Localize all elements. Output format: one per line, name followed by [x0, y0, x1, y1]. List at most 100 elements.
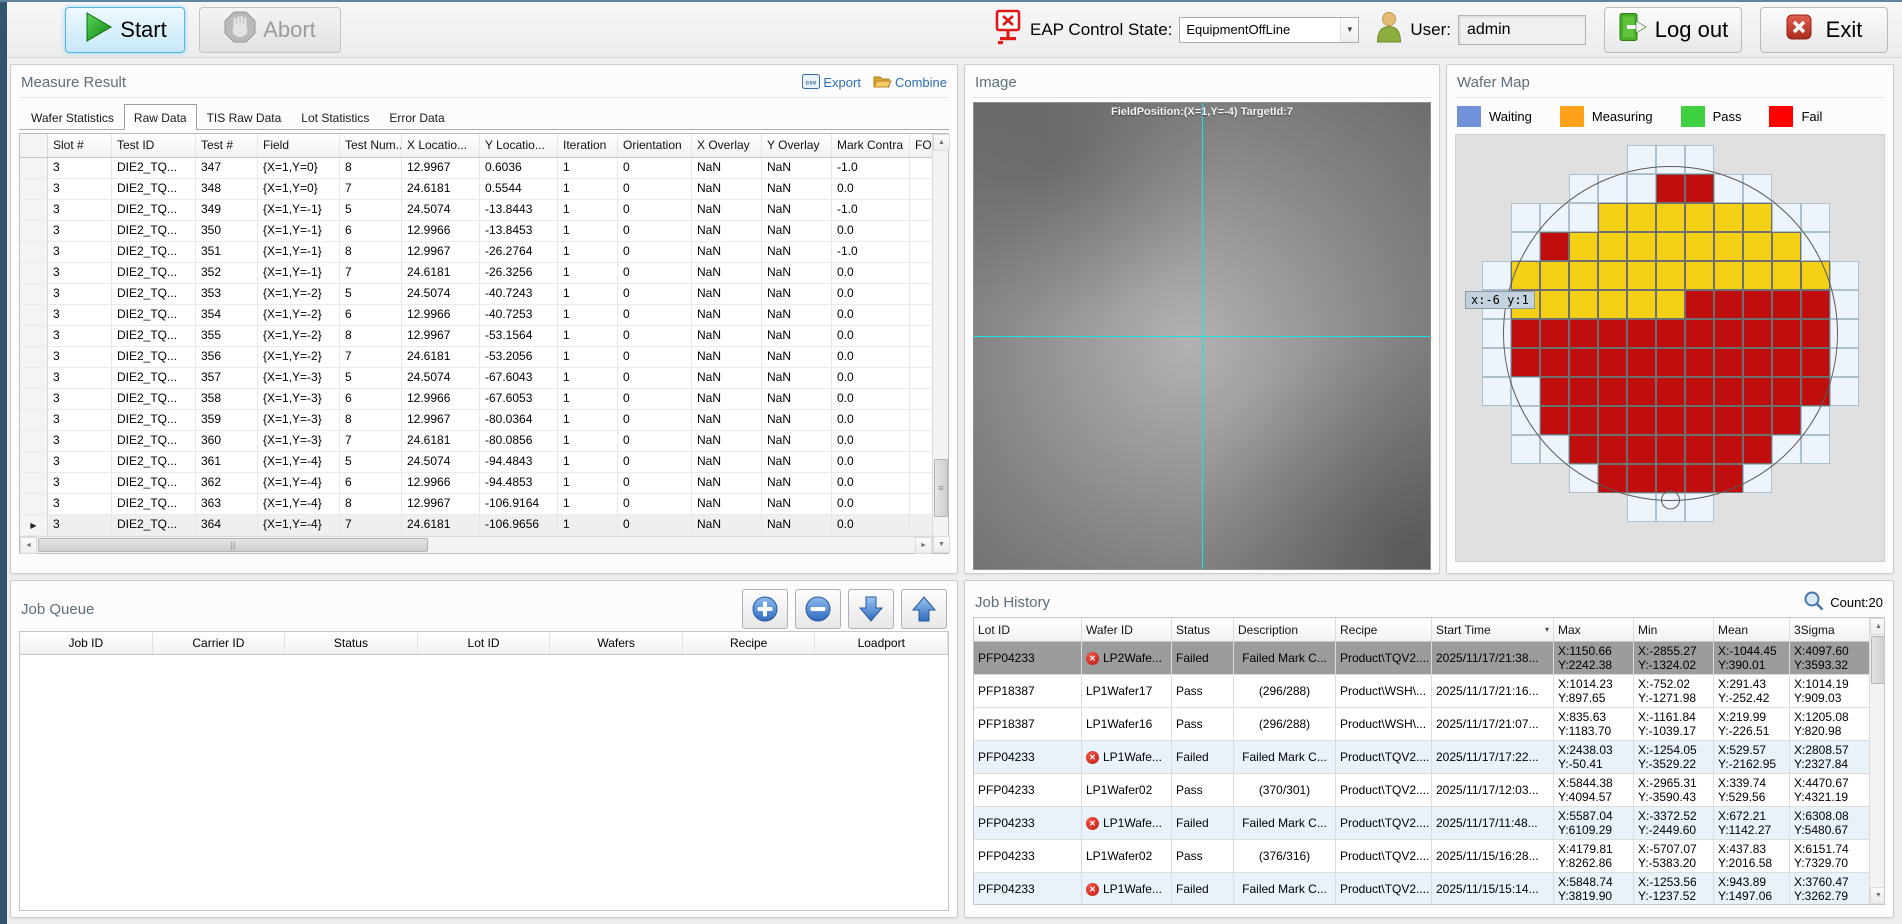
wafer-cell[interactable]: [1685, 174, 1714, 203]
table-row[interactable]: 3DIE2_TQ...348{X=1,Y=0}724.61810.554410N…: [20, 179, 932, 200]
table-row[interactable]: PFP04233✕LP1Wafe...FailedFailed Mark C..…: [974, 807, 1869, 840]
wafer-cell[interactable]: [1540, 232, 1569, 261]
wafer-cell[interactable]: [1656, 203, 1685, 232]
column-header[interactable]: Lot ID: [974, 618, 1082, 641]
scroll-up-icon[interactable]: ▲: [1870, 618, 1885, 635]
wafer-cell[interactable]: [1743, 232, 1772, 261]
wafer-cell[interactable]: [1540, 406, 1569, 435]
wafer-cell[interactable]: [1511, 435, 1540, 464]
column-header[interactable]: Mark Contra: [832, 134, 910, 157]
wafer-cell[interactable]: [1801, 203, 1830, 232]
table-row[interactable]: 3DIE2_TQ...355{X=1,Y=-2}812.9967-53.1564…: [20, 326, 932, 347]
table-row[interactable]: PFP04233LP1Wafer02Pass(376/316)Product\T…: [974, 840, 1869, 873]
wafer-cell[interactable]: [1511, 261, 1540, 290]
wafer-cell[interactable]: [1598, 406, 1627, 435]
column-header[interactable]: Start Time▾: [1432, 618, 1554, 641]
table-row[interactable]: 3DIE2_TQ...349{X=1,Y=-1}524.5074-13.8443…: [20, 200, 932, 221]
remove-job-button[interactable]: [795, 589, 841, 629]
wafer-cell[interactable]: [1627, 261, 1656, 290]
column-header[interactable]: Y Overlay: [762, 134, 832, 157]
tab-raw-data[interactable]: Raw Data: [124, 104, 197, 130]
wafer-cell[interactable]: [1685, 406, 1714, 435]
wafer-cell[interactable]: [1511, 377, 1540, 406]
table-row[interactable]: 3DIE2_TQ...362{X=1,Y=-4}612.9966-94.4853…: [20, 473, 932, 494]
wafer-cell[interactable]: [1627, 435, 1656, 464]
tab-tis-raw-data[interactable]: TIS Raw Data: [197, 105, 292, 129]
wafer-cell[interactable]: [1656, 290, 1685, 319]
wafer-cell[interactable]: [1656, 174, 1685, 203]
column-header[interactable]: Wafer ID: [1082, 618, 1172, 641]
wafer-cell[interactable]: [1685, 261, 1714, 290]
scroll-down-icon[interactable]: ▼: [1870, 887, 1885, 904]
table-row[interactable]: 3DIE2_TQ...357{X=1,Y=-3}524.5074-67.6043…: [20, 368, 932, 389]
table-row[interactable]: PFP04233LP1Wafer02Pass(370/301)Product\T…: [974, 774, 1869, 807]
tab-wafer-statistics[interactable]: Wafer Statistics: [21, 105, 124, 129]
wafer-cell[interactable]: [1743, 406, 1772, 435]
column-header[interactable]: Status: [1172, 618, 1234, 641]
wafer-cell[interactable]: [1627, 493, 1656, 522]
wafer-cell[interactable]: [1627, 406, 1656, 435]
tab-lot-statistics[interactable]: Lot Statistics: [291, 105, 379, 129]
wafer-cell[interactable]: [1772, 435, 1801, 464]
column-header[interactable]: 3Sigma: [1790, 618, 1869, 641]
wafer-cell[interactable]: [1801, 232, 1830, 261]
column-header[interactable]: Test ID: [112, 134, 196, 157]
wafer-cell[interactable]: [1801, 435, 1830, 464]
jobhistory-v-scrollbar[interactable]: ▲ ▼: [1869, 618, 1884, 904]
combine-link[interactable]: Combine: [873, 74, 947, 92]
wafer-cell[interactable]: [1714, 377, 1743, 406]
wafer-cell[interactable]: [1540, 261, 1569, 290]
wafer-cell[interactable]: [1569, 406, 1598, 435]
column-header[interactable]: Description: [1234, 618, 1336, 641]
table-row[interactable]: 3DIE2_TQ...363{X=1,Y=-4}812.9967-106.916…: [20, 494, 932, 515]
column-header[interactable]: Status: [285, 632, 418, 654]
column-header[interactable]: Orientation: [618, 134, 692, 157]
wafer-cell[interactable]: [1772, 203, 1801, 232]
wafer-cell[interactable]: [1685, 319, 1714, 348]
wafer-cell[interactable]: [1830, 290, 1859, 319]
v-scroll-thumb[interactable]: [1871, 636, 1885, 684]
table-row[interactable]: PFP18387LP1Wafer16Pass(296/288)Product\W…: [974, 708, 1869, 741]
wafer-cell[interactable]: [1772, 406, 1801, 435]
wafer-cell[interactable]: [1627, 232, 1656, 261]
wafer-cell[interactable]: [1743, 174, 1772, 203]
wafer-cell[interactable]: [1569, 232, 1598, 261]
wafer-cell[interactable]: [1685, 493, 1714, 522]
table-row[interactable]: PFP04233✕LP1Wafe...FailedFailed Mark C..…: [974, 873, 1869, 905]
h-scroll-thumb[interactable]: ||: [38, 538, 428, 552]
table-row[interactable]: PFP04233✕LP2Wafe...FailedFailed Mark C..…: [974, 642, 1869, 675]
wafer-cell[interactable]: [1714, 348, 1743, 377]
column-header[interactable]: Test Num...: [340, 134, 402, 157]
export-link[interactable]: csv Export: [802, 74, 861, 92]
wafer-cell[interactable]: [1743, 435, 1772, 464]
wafer-cell[interactable]: [1540, 348, 1569, 377]
wafer-cell[interactable]: [1598, 377, 1627, 406]
wafer-cell[interactable]: [1627, 348, 1656, 377]
wafer-cell[interactable]: [1569, 290, 1598, 319]
wafer-cell[interactable]: [1743, 348, 1772, 377]
wafer-cell[interactable]: [1830, 377, 1859, 406]
wafer-cell[interactable]: [1656, 464, 1685, 493]
wafer-cell[interactable]: [1714, 290, 1743, 319]
wafer-cell[interactable]: [1656, 493, 1685, 522]
wafer-cell[interactable]: [1656, 406, 1685, 435]
wafer-cell[interactable]: [1801, 377, 1830, 406]
wafer-cell[interactable]: [1801, 406, 1830, 435]
table-row[interactable]: 3DIE2_TQ...353{X=1,Y=-2}524.5074-40.7243…: [20, 284, 932, 305]
start-button[interactable]: Start: [65, 7, 185, 53]
wafer-cell[interactable]: [1830, 261, 1859, 290]
wafer-cell[interactable]: [1627, 464, 1656, 493]
v-scroll-thumb[interactable]: ≡: [934, 459, 948, 517]
column-header[interactable]: Loadport: [815, 632, 948, 654]
wafer-cell[interactable]: [1569, 377, 1598, 406]
column-header[interactable]: Mean: [1714, 618, 1790, 641]
wafer-cell[interactable]: [1772, 377, 1801, 406]
table-row[interactable]: 3DIE2_TQ...356{X=1,Y=-2}724.6181-53.2056…: [20, 347, 932, 368]
chevron-down-icon[interactable]: ▼: [1340, 18, 1358, 42]
wafer-cell[interactable]: [1656, 232, 1685, 261]
wafer-cell[interactable]: [1598, 464, 1627, 493]
wafer-cell[interactable]: [1685, 203, 1714, 232]
wafer-cell[interactable]: [1569, 435, 1598, 464]
wafer-cell[interactable]: [1598, 348, 1627, 377]
wafer-cell[interactable]: [1656, 319, 1685, 348]
